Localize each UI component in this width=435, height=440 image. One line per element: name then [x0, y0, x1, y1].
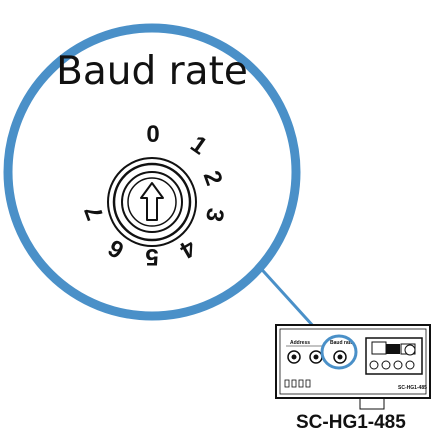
- dial-number-0: 0: [146, 121, 159, 148]
- diagram-canvas: Baud rate 0 1 2 3 4 5 6 7 Address Baud r…: [3, 23, 431, 410]
- model-label: SC-HG1-485: [296, 412, 406, 433]
- device-model-small: SC-HG1-485: [398, 385, 427, 391]
- device-address-label: Address: [290, 340, 310, 346]
- dial-number-5: 5: [145, 243, 158, 270]
- baud-dial: [333, 350, 347, 364]
- zoom-title: Baud rate: [56, 49, 248, 94]
- device-module: Address Baud rate SC-HG1-485: [275, 324, 431, 410]
- rotary-switch: [107, 157, 197, 247]
- terminal-block: [365, 337, 423, 375]
- address-dial-2: [309, 350, 323, 364]
- address-dial-1: [287, 350, 301, 364]
